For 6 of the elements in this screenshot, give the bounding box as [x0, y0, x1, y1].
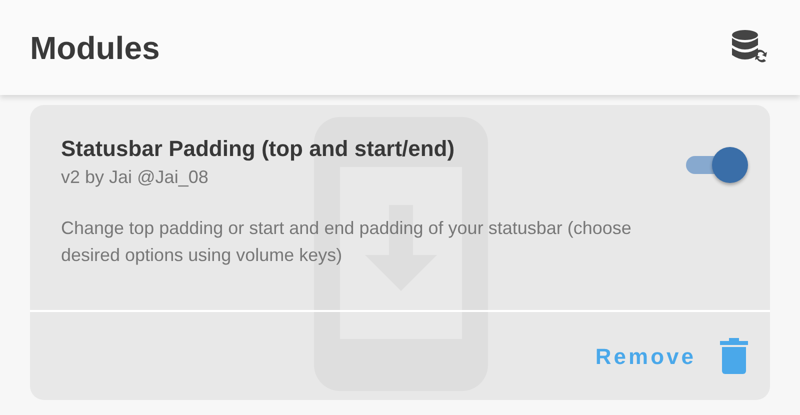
- page-title: Modules: [30, 28, 160, 68]
- module-description: Change top padding or start and end padding of your statusbar (choose desired options using volume keys): [61, 216, 632, 268]
- module-name: Statusbar Padding (top and start/end): [61, 135, 456, 163]
- remove-button[interactable]: Remove: [595, 340, 696, 372]
- module-author: v2 by Jai @Jai_08: [61, 166, 210, 189]
- enable-toggle[interactable]: [686, 147, 748, 183]
